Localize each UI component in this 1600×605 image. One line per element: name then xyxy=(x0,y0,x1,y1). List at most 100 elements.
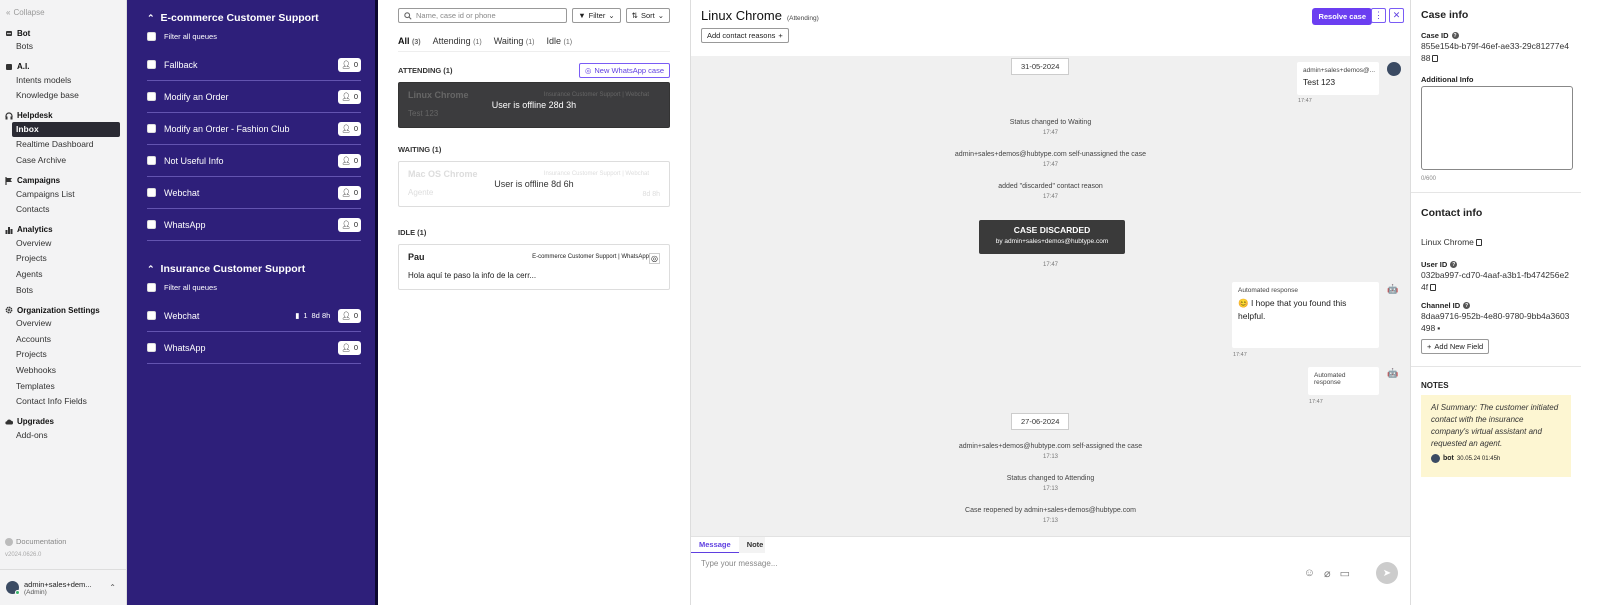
case-id-label: Case ID xyxy=(1421,31,1449,40)
sidebar-item-accounts[interactable]: Accounts xyxy=(0,332,126,348)
filter-all-queues[interactable]: Filter all queues xyxy=(147,30,361,43)
nav-group-title: Organization Settings xyxy=(0,304,126,316)
message-time: 17:47 xyxy=(1298,98,1312,104)
sidebar-item-webhooks[interactable]: Webhooks xyxy=(0,363,126,379)
queue-name: WhatsApp xyxy=(164,342,206,353)
sidebar-item-campaigns-list[interactable]: Campaigns List xyxy=(0,187,126,203)
queue-row[interactable]: Not Useful Info 👤︎ 0 xyxy=(147,145,361,177)
nav-group-bot: Bot Bots xyxy=(0,27,126,55)
queue-row[interactable]: Webchat ▮ 1 8d 8h 👤︎ 0 xyxy=(147,300,361,332)
search-input[interactable]: Name, case id or phone xyxy=(398,8,568,23)
resolve-case-button[interactable]: Resolve case xyxy=(1312,8,1372,25)
sidebar-item-knowledge-base[interactable]: Knowledge base xyxy=(0,88,126,104)
attachment-icon[interactable]: ⌀ xyxy=(1324,567,1331,580)
sidebar-item-intents-models[interactable]: Intents models xyxy=(0,73,126,89)
case-list-panel: Name, case id or phone ▼ Filter ⌄ ⇅ Sort… xyxy=(378,0,691,605)
note-card[interactable]: AI Summary: The customer initiated conta… xyxy=(1421,395,1571,477)
sidebar-item-projects[interactable]: Projects xyxy=(0,347,126,363)
add-contact-reasons-button[interactable]: Add contact reasons + xyxy=(701,28,789,43)
queue-row[interactable]: Webchat 👤︎ 0 xyxy=(147,177,361,209)
offline-overlay: User is offline 8d 6h xyxy=(494,179,574,189)
checkbox[interactable] xyxy=(147,92,156,101)
sidebar-item-overview[interactable]: Overview xyxy=(0,236,126,252)
checkbox[interactable] xyxy=(147,311,156,320)
checkbox[interactable] xyxy=(147,283,156,292)
sidebar-item-contact-info-fields[interactable]: Contact Info Fields xyxy=(0,394,126,410)
queue-section-title[interactable]: ⌃ E-commerce Customer Support xyxy=(147,10,361,26)
tab-attending[interactable]: Attending (1) xyxy=(433,36,482,51)
copy-icon[interactable] xyxy=(1475,239,1482,247)
message-time: 17:47 xyxy=(1233,352,1247,358)
ai-icon xyxy=(5,63,13,71)
filter-all-queues[interactable]: Filter all queues xyxy=(147,281,361,294)
queue-row[interactable]: Fallback 👤︎ 0 xyxy=(147,49,361,81)
additional-info-field[interactable] xyxy=(1421,86,1573,170)
system-event: admin+sales+demos@hubtype.com self-assig… xyxy=(958,443,1143,460)
user-icon: 👤︎ xyxy=(341,188,351,197)
queue-row[interactable]: Modify an Order - Fashion Club 👤︎ 0 xyxy=(147,113,361,145)
system-event: Case reopened by admin+sales+demos@hubty… xyxy=(965,507,1136,524)
close-icon: ✕ xyxy=(1392,10,1401,20)
checkbox[interactable] xyxy=(147,343,156,352)
more-options-button[interactable]: ⋮ xyxy=(1371,8,1386,23)
case-card-attending[interactable]: Linux Chrome Insurance Customer Support … xyxy=(398,82,670,128)
sidebar-item-agents[interactable]: Agents xyxy=(0,267,126,283)
checkbox[interactable] xyxy=(147,220,156,229)
checkbox[interactable] xyxy=(147,188,156,197)
nav-group-a-i-: A.I. Intents models Knowledge base xyxy=(0,61,126,104)
checkbox[interactable] xyxy=(147,60,156,69)
sidebar-item-add-ons[interactable]: Add-ons xyxy=(0,428,126,444)
sidebar-item-projects[interactable]: Projects xyxy=(0,251,126,267)
add-new-field-button[interactable]: + Add New Field xyxy=(1421,339,1490,354)
agent-count-badge: 👤︎ 0 xyxy=(338,153,361,168)
case-card-idle[interactable]: Pau E-commerce Customer Support | WhatsA… xyxy=(398,244,670,290)
checkbox[interactable] xyxy=(147,32,156,41)
tab-waiting[interactable]: Waiting (1) xyxy=(494,36,535,51)
checkbox[interactable] xyxy=(147,124,156,133)
tab-message[interactable]: Message xyxy=(691,537,739,553)
message-input[interactable]: Type your message... xyxy=(691,553,1410,574)
sidebar-item-contacts[interactable]: Contacts xyxy=(0,202,126,218)
tab-idle[interactable]: Idle (1) xyxy=(546,36,572,51)
user-icon: 👤︎ xyxy=(341,343,351,352)
nav-group-organization-settings: Organization Settings Overview Accounts Pro… xyxy=(0,304,126,410)
user-menu[interactable]: admin+sales+dem... (Admin) ⌃ xyxy=(0,569,126,605)
collapse-button[interactable]: « Collapse xyxy=(0,8,126,17)
user-name: admin+sales+dem... xyxy=(24,579,92,589)
documentation-link[interactable]: Documentation xyxy=(5,537,66,546)
headset-icon xyxy=(5,112,13,120)
copy-icon[interactable] xyxy=(1432,55,1439,63)
message-thread[interactable]: 31-05-2024 admin+sales+demos@... Test 12… xyxy=(691,56,1410,536)
date-separator: 31-05-2024 xyxy=(1011,58,1070,75)
online-status-icon xyxy=(15,590,20,595)
robot-icon xyxy=(5,29,13,37)
user-icon: 👤︎ xyxy=(341,124,351,133)
sidebar-item-bots[interactable]: Bots xyxy=(0,283,126,299)
close-button[interactable]: ✕ xyxy=(1389,8,1404,23)
automated-message: Automated response xyxy=(1308,367,1379,395)
sidebar-item-inbox[interactable]: Inbox xyxy=(12,121,120,138)
sidebar-item-overview[interactable]: Overview xyxy=(0,316,126,332)
checkbox[interactable] xyxy=(147,156,156,165)
queue-row[interactable]: Modify an Order 👤︎ 0 xyxy=(147,81,361,113)
emoji-icon[interactable]: ☺ xyxy=(1304,567,1315,580)
tab-note[interactable]: Note xyxy=(739,537,772,553)
sidebar-item-bots[interactable]: Bots xyxy=(0,39,126,55)
agent-count-badge: 👤︎ 0 xyxy=(338,217,361,232)
queue-row[interactable]: WhatsApp 👤︎ 0 xyxy=(147,209,361,241)
sidebar-item-case-archive[interactable]: Case Archive xyxy=(0,153,126,169)
queue-section-title[interactable]: ⌃ Insurance Customer Support xyxy=(147,261,361,277)
filter-button[interactable]: ▼ Filter ⌄ xyxy=(572,8,621,23)
case-card-waiting[interactable]: Mac OS Chrome Insurance Customer Support… xyxy=(398,161,670,207)
idle-header: IDLE (1) xyxy=(398,227,427,237)
copy-icon[interactable] xyxy=(1430,284,1437,292)
send-button[interactable]: ➤ xyxy=(1376,562,1398,584)
sort-button[interactable]: ⇅ Sort ⌄ xyxy=(625,8,670,23)
sidebar-item-templates[interactable]: Templates xyxy=(0,379,126,395)
queue-row[interactable]: WhatsApp 👤︎ 0 xyxy=(147,332,361,364)
sidebar-item-realtime-dashboard[interactable]: Realtime Dashboard xyxy=(0,137,126,153)
templates-icon[interactable]: ▭ xyxy=(1340,567,1350,580)
new-whatsapp-case-button[interactable]: ◎ New WhatsApp case xyxy=(578,62,670,78)
system-event: 17:47 xyxy=(1042,262,1058,268)
tab-all[interactable]: All (3) xyxy=(398,36,421,51)
